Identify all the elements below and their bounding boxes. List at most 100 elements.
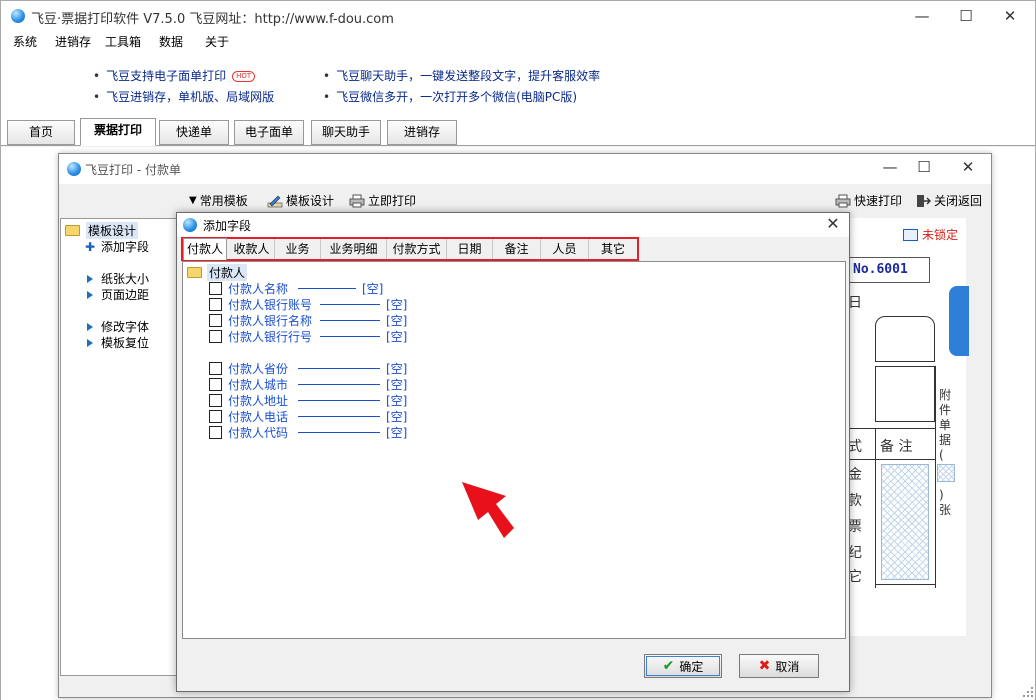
- print-now-button[interactable]: 立即打印: [349, 192, 416, 209]
- preview-divider: [875, 584, 935, 585]
- preview-remark-hatch: [881, 464, 929, 580]
- template-design-button[interactable]: 模板设计: [267, 192, 334, 209]
- preview-row-char: 金: [848, 467, 862, 483]
- preview-row-char: 款: [848, 493, 862, 509]
- minimize-button[interactable]: —: [907, 5, 937, 27]
- print-window-title-bar: 飞豆打印 - 付款单 — ☐ ✕: [59, 154, 991, 184]
- field-row[interactable]: 付款人代码 [空]: [209, 424, 407, 441]
- print-maximize-button[interactable]: ☐: [909, 156, 939, 178]
- tab-express[interactable]: 快递单: [159, 120, 229, 145]
- folder-icon: [65, 225, 80, 236]
- field-row[interactable]: 付款人银行名称 [空]: [209, 312, 407, 329]
- field-row[interactable]: 付款人省份 [空]: [209, 360, 407, 377]
- field-checkbox[interactable]: [209, 330, 222, 343]
- dialog-title: 添加字段: [203, 219, 252, 233]
- field-row[interactable]: 付款人城市 [空]: [209, 376, 407, 393]
- promo-link-chat[interactable]: • 飞豆聊天助手，一键发送整段文字，提升客服效率: [323, 67, 600, 84]
- ok-button[interactable]: ✔ 确定: [644, 654, 722, 678]
- cancel-button[interactable]: ✖ 取消: [739, 654, 819, 678]
- tab-business[interactable]: 业务: [275, 239, 321, 259]
- tab-payment-method[interactable]: 付款方式: [387, 239, 447, 259]
- field-checkbox[interactable]: [209, 362, 222, 375]
- folder-icon: [187, 267, 202, 278]
- tree-root-template-design[interactable]: 模板设计: [65, 222, 139, 239]
- preview-date-char: 日: [848, 295, 862, 311]
- field-row[interactable]: 付款人地址 [空]: [209, 392, 407, 409]
- tree-item-add-field[interactable]: ✚ 添加字段: [85, 238, 149, 255]
- promo-link-inventory[interactable]: • 飞豆进销存，单机版、局域网版: [93, 88, 274, 105]
- tab-home[interactable]: 首页: [7, 120, 75, 145]
- preview-box: [875, 316, 935, 362]
- tab-business-detail[interactable]: 业务明细: [321, 239, 387, 259]
- tab-e-waybill[interactable]: 电子面单: [234, 120, 304, 145]
- tab-payee[interactable]: 收款人: [229, 239, 275, 259]
- quick-print-button[interactable]: 快速打印: [835, 192, 902, 209]
- field-row[interactable]: 付款人电话 [空]: [209, 408, 407, 425]
- field-checkbox[interactable]: [209, 394, 222, 407]
- print-close-button[interactable]: ✕: [953, 156, 983, 178]
- print-toolbar: ▼ 常用模板 模板设计 立即打印 快速打印 关闭返回: [59, 184, 991, 214]
- tab-personnel[interactable]: 人员: [541, 239, 589, 259]
- plus-icon: ✚: [85, 239, 96, 254]
- tab-remark[interactable]: 备注: [493, 239, 541, 259]
- preview-row-char: 它: [848, 569, 862, 585]
- triangle-right-icon: [87, 274, 93, 283]
- caret-down-icon: ▼: [189, 195, 197, 206]
- field-checkbox[interactable]: [209, 314, 222, 327]
- field-row[interactable]: 付款人名称 [空]: [209, 280, 383, 297]
- preview-divider: [875, 428, 876, 588]
- app-logo-icon: [11, 9, 25, 23]
- tree-item-reset-template[interactable]: 模板复位: [85, 334, 149, 351]
- tree-root-payer[interactable]: 付款人: [187, 264, 248, 281]
- menu-inventory[interactable]: 进销存: [55, 33, 91, 50]
- menu-toolbox[interactable]: 工具箱: [105, 33, 141, 50]
- preview-col-mode: 式: [848, 439, 862, 455]
- menu-about[interactable]: 关于: [205, 33, 229, 50]
- field-checkbox[interactable]: [209, 298, 222, 311]
- preview-col-remark: 备 注: [880, 439, 913, 455]
- promo-link-wechat[interactable]: • 飞豆微信多开，一次打开多个微信(电脑PC版): [323, 88, 577, 105]
- preview-box: [875, 366, 935, 422]
- maximize-button[interactable]: ☐: [951, 5, 981, 27]
- field-checkbox[interactable]: [209, 410, 222, 423]
- title-bar: 飞豆·票据打印软件 V7.5.0 飞豆网址：http://www.f-dou.c…: [1, 1, 1035, 31]
- close-button[interactable]: ✕: [995, 5, 1025, 27]
- tree-item-modify-font[interactable]: 修改字体: [85, 318, 149, 335]
- menu-data[interactable]: 数据: [159, 33, 183, 50]
- promo-banner: • 飞豆支持电子面单打印 HOT • 飞豆进销存，单机版、局域网版 • 飞豆聊天助手，一…: [1, 51, 1035, 117]
- tab-date[interactable]: 日期: [447, 239, 493, 259]
- app-logo-icon: [67, 162, 81, 176]
- menu-system[interactable]: 系统: [13, 33, 37, 50]
- tab-inventory[interactable]: 进销存: [387, 120, 457, 145]
- dialog-close-button[interactable]: ✕: [823, 214, 843, 234]
- menu-bar: 系统 进销存 工具箱 数据 关于: [1, 31, 1035, 51]
- promo-link-waybill[interactable]: • 飞豆支持电子面单打印 HOT: [93, 67, 256, 84]
- field-row[interactable]: 付款人银行行号 [空]: [209, 328, 407, 345]
- lock-icon: [903, 228, 918, 241]
- tab-payer[interactable]: 付款人: [183, 238, 227, 260]
- preview-attach-label: 附件单据(: [939, 388, 952, 462]
- triangle-right-icon: [87, 322, 93, 331]
- preview-attach-hatch: [937, 464, 955, 482]
- field-row[interactable]: 付款人银行账号 [空]: [209, 296, 407, 313]
- triangle-right-icon: [87, 290, 93, 299]
- common-templates-button[interactable]: ▼ 常用模板: [189, 192, 248, 209]
- tree-item-page-margin[interactable]: 页面边距: [85, 286, 149, 303]
- tab-receipt-print[interactable]: 票据打印: [80, 118, 156, 146]
- tree-item-paper-size[interactable]: 纸张大小: [85, 270, 149, 287]
- red-arrow-annotation-icon: [462, 482, 514, 538]
- close-return-button[interactable]: 关闭返回: [915, 192, 982, 209]
- field-checkbox[interactable]: [209, 426, 222, 439]
- field-checkbox[interactable]: [209, 378, 222, 391]
- print-minimize-button[interactable]: —: [875, 156, 905, 178]
- field-checkbox[interactable]: [209, 282, 222, 295]
- tab-chat-assistant[interactable]: 聊天助手: [311, 120, 381, 145]
- add-field-dialog: 添加字段 ✕ 付款人 收款人 业务 业务明细 付款方式 日期 备注 人员 其它 …: [176, 212, 850, 692]
- preview-row-char: 票: [848, 519, 862, 535]
- resize-grip-icon[interactable]: [1022, 686, 1034, 698]
- tab-other[interactable]: 其它: [589, 239, 637, 259]
- preview-attach-suffix: )张: [939, 488, 952, 517]
- window-title: 飞豆·票据打印软件 V7.5.0 飞豆网址：http://www.f-dou.c…: [31, 12, 394, 27]
- preview-row-char: 纪: [848, 545, 862, 561]
- lock-toggle[interactable]: 未锁定: [903, 226, 958, 243]
